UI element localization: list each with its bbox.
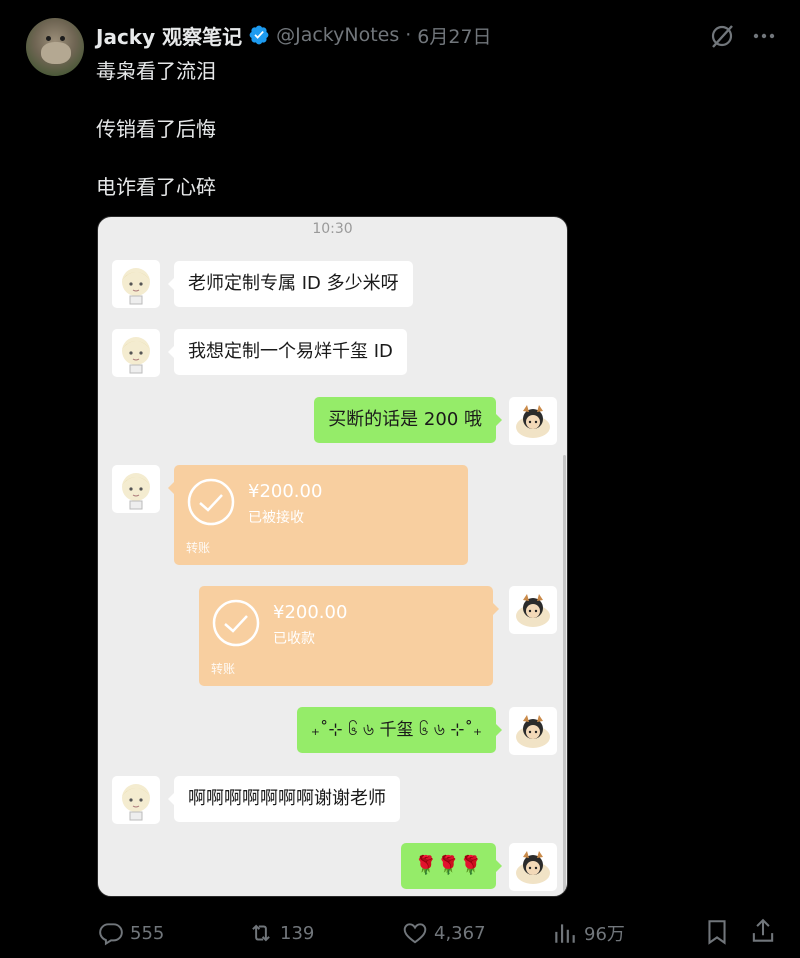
author-avatar[interactable] <box>26 18 84 76</box>
transfer-status: 已收款 <box>273 631 315 647</box>
transfer-status: 已被接收 <box>248 510 304 526</box>
chat-message-right: 🌹🌹🌹 <box>400 843 503 889</box>
author-handle[interactable]: @JackyNotes <box>276 24 399 46</box>
chat-message-right: ₊˚⊹ ၆ ৬ 千玺 ၆ ৬ ⊹˚₊ <box>296 707 503 753</box>
transfer-check-icon <box>187 478 235 526</box>
tweet-header: Jacky 观察笔记 @JackyNotes · 6月27日 <box>96 20 492 50</box>
transfer-amount: ¥200.00 <box>273 602 348 623</box>
like-button[interactable]: 4,367 <box>402 918 486 948</box>
transfer-label: 转账 <box>211 662 236 676</box>
chat-avatar-other <box>112 776 160 824</box>
grok-icon[interactable] <box>708 22 736 50</box>
transfer-label: 转账 <box>186 541 211 555</box>
dot-separator: · <box>405 24 412 46</box>
chat-message-left: 啊啊啊啊啊啊啊谢谢老师 <box>168 776 400 822</box>
reply-icon <box>99 923 123 946</box>
attached-chat-image[interactable]: 10:30 老师定制专属 ID 多少米呀 我想定制一个易烊千玺 ID 买断的话是… <box>97 216 568 897</box>
chat-message-right: 买断的话是 200 哦 <box>314 397 502 443</box>
chat-message-left: 我想定制一个易烊千玺 ID <box>168 329 407 375</box>
like-count: 4,367 <box>434 922 486 944</box>
reply-button[interactable]: 555 <box>98 918 164 948</box>
views-button[interactable]: 96万 <box>552 918 625 948</box>
views-icon <box>555 924 575 943</box>
chat-avatar-other <box>112 329 160 377</box>
chat-avatar-other <box>112 465 160 513</box>
transfer-card[interactable]: ¥200.00 已被接收 转账 <box>168 465 468 565</box>
verified-badge-icon <box>248 24 270 46</box>
bookmark-icon[interactable] <box>704 918 730 946</box>
chat-avatar-self <box>509 397 557 445</box>
image-scrollbar <box>563 455 566 895</box>
tweet-text-line: 电诈看了心碎 <box>96 175 216 199</box>
chat-avatar-self <box>509 843 557 891</box>
chat-time: 10:30 <box>312 221 353 237</box>
transfer-amount: ¥200.00 <box>248 481 323 502</box>
transfer-card[interactable]: ¥200.00 已收款 转账 <box>199 586 499 686</box>
views-count: 96万 <box>584 924 625 945</box>
repost-button[interactable]: 139 <box>248 918 314 948</box>
chat-avatar-other <box>112 260 160 308</box>
share-icon[interactable] <box>750 917 776 945</box>
like-icon <box>403 923 427 944</box>
reply-count: 555 <box>130 922 165 944</box>
tweet-text-line: 毒枭看了流泪 <box>96 59 216 83</box>
tweet-date[interactable]: 6月27日 <box>417 22 491 49</box>
transfer-check-icon <box>212 599 260 647</box>
chat-avatar-self <box>509 707 557 755</box>
chat-avatar-self <box>509 586 557 634</box>
repost-icon <box>252 924 270 942</box>
author-name[interactable]: Jacky 观察笔记 <box>96 21 242 50</box>
chat-message-left: 老师定制专属 ID 多少米呀 <box>168 261 413 307</box>
repost-count: 139 <box>280 922 315 944</box>
more-icon[interactable] <box>750 22 778 50</box>
tweet-text-line: 传销看了后悔 <box>96 117 216 141</box>
